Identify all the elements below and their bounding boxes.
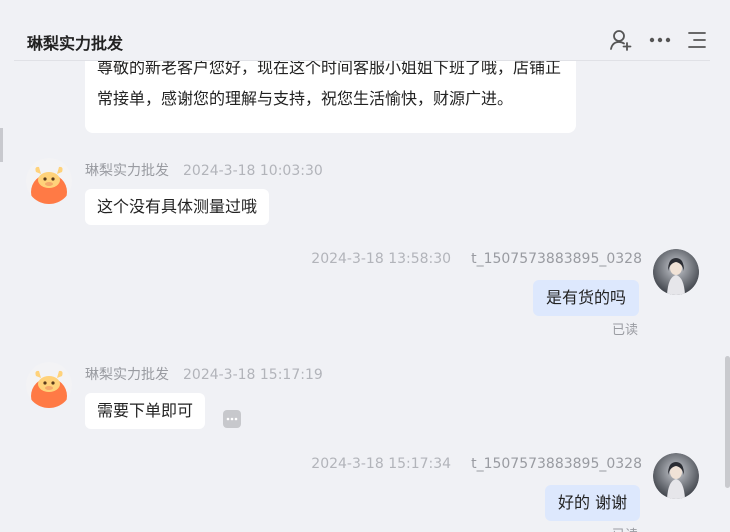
more-dots-icon[interactable] — [648, 28, 672, 52]
message-bubble[interactable]: 是有货的吗 — [533, 280, 640, 316]
message-bubble[interactable]: 好的 谢谢 — [545, 485, 641, 521]
message-bubble[interactable]: 这个没有具体测量过哦 — [85, 189, 270, 225]
read-status: 已读 — [612, 524, 638, 532]
auto-reply-bubble: 尊敬的新老客户您好，现在这个时间客服小姐姐下班了哦，店铺正常接单，感谢您的理解与… — [85, 50, 576, 133]
menu-icon[interactable] — [686, 28, 710, 52]
header-divider — [14, 60, 710, 61]
message-bubble[interactable]: 需要下单即可 — [85, 393, 206, 429]
read-status: 已读 — [612, 323, 639, 338]
auto-reply-text: 尊敬的新老客户您好，现在这个时间客服小姐姐下班了哦，店铺正常接单，感谢您的理解与… — [97, 58, 562, 108]
message-time: 2024-3-18 15:17:19 — [183, 367, 323, 383]
shop-avatar[interactable] — [26, 362, 72, 408]
message-meta: 2024-3-18 15:17:34 t_1507573883895_0328 — [311, 456, 642, 472]
chat-window: 尊敬的新老客户您好，现在这个时间客服小姐姐下班了哦，店铺正常接单，感谢您的理解与… — [0, 0, 730, 532]
sender-name: 琳梨实力批发 — [85, 163, 169, 179]
scrollbar-thumb[interactable] — [725, 356, 730, 488]
message-time: 2024-3-18 15:17:34 — [311, 456, 452, 472]
add-user-icon[interactable] — [609, 28, 633, 52]
customer-avatar[interactable] — [653, 249, 699, 295]
message-meta: 琳梨实力批发 2024-3-18 10:03:30 — [85, 160, 323, 180]
sender-name: 琳梨实力批发 — [85, 367, 169, 383]
message-meta: 2024-3-18 13:58:30 t_1507573883895_0328 — [311, 251, 642, 267]
sender-name: t_1507573883895_0328 — [471, 456, 642, 472]
customer-avatar[interactable] — [653, 453, 699, 499]
message-time: 2024-3-18 10:03:30 — [183, 163, 323, 179]
message-text: 需要下单即可 — [97, 401, 194, 420]
message-meta: 琳梨实力批发 2024-3-18 15:17:19 — [85, 364, 323, 384]
chat-title: 琳梨实力批发 — [27, 34, 124, 53]
chat-header: 琳梨实力批发 — [0, 0, 730, 61]
message-time: 2024-3-18 13:58:30 — [311, 251, 452, 267]
sender-name: t_1507573883895_0328 — [471, 251, 642, 267]
message-text: 好的 谢谢 — [558, 493, 628, 512]
message-more-icon[interactable] — [223, 410, 241, 428]
message-text: 这个没有具体测量过哦 — [97, 197, 258, 216]
shop-avatar[interactable] — [26, 158, 72, 204]
left-scroll-indicator[interactable] — [0, 128, 3, 162]
message-text: 是有货的吗 — [546, 288, 627, 307]
